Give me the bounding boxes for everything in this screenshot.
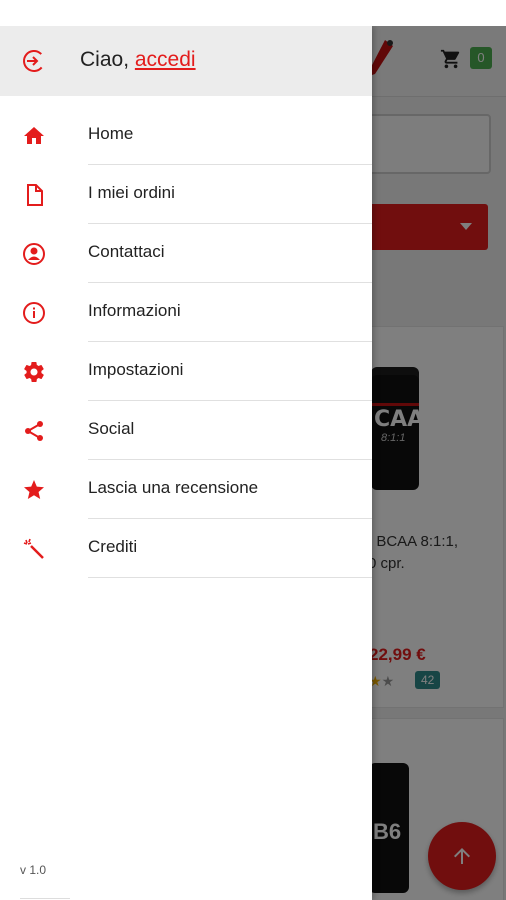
menu-item-label: Impostazioni: [88, 360, 184, 379]
info-icon: [23, 302, 45, 324]
menu-item-social[interactable]: Social: [0, 401, 372, 460]
greeting: Ciao, accedi: [80, 48, 196, 72]
menu-item-settings[interactable]: Impostazioni: [0, 342, 372, 401]
contact-icon: [23, 243, 45, 265]
menu-item-label: Informazioni: [88, 301, 181, 320]
menu-item-label: I miei ordini: [88, 183, 175, 202]
menu-item-home[interactable]: Home: [0, 106, 372, 165]
menu-item-review[interactable]: Lascia una recensione: [0, 460, 372, 519]
magic-wand-icon: [23, 538, 44, 559]
login-link[interactable]: accedi: [135, 48, 196, 71]
menu-item-contact[interactable]: Contattaci: [0, 224, 372, 283]
menu-item-label: Home: [88, 124, 134, 143]
menu-item-credits[interactable]: Crediti: [0, 519, 372, 578]
divider: [20, 898, 70, 899]
menu-item-label: Contattaci: [88, 242, 165, 261]
menu-item-orders[interactable]: I miei ordini: [0, 165, 372, 224]
document-icon: [27, 184, 43, 206]
screen: 0 CAA 8:1:1 , BCAA 8:1:1, 0 cpr. 22,99 €…: [0, 0, 506, 900]
app-version: v 1.0: [20, 863, 47, 877]
menu-item-label: Lascia una recensione: [88, 478, 259, 497]
status-bar: [0, 0, 506, 26]
gear-icon: [24, 362, 44, 383]
home-icon: [24, 127, 44, 144]
navigation-drawer: Ciao, accedi Home I miei ordini Contatta…: [0, 26, 372, 900]
star-icon: [24, 480, 44, 499]
share-icon: [25, 421, 43, 441]
menu-item-label: Crediti: [88, 537, 138, 556]
greeting-text: Ciao,: [80, 48, 130, 71]
login-icon[interactable]: [22, 49, 46, 73]
drawer-header: Ciao, accedi: [0, 26, 372, 96]
menu-item-label: Social: [88, 419, 135, 438]
menu-item-info[interactable]: Informazioni: [0, 283, 372, 342]
drawer-menu: Home I miei ordini Contattaci Informazio…: [0, 106, 372, 578]
divider: [88, 577, 372, 578]
